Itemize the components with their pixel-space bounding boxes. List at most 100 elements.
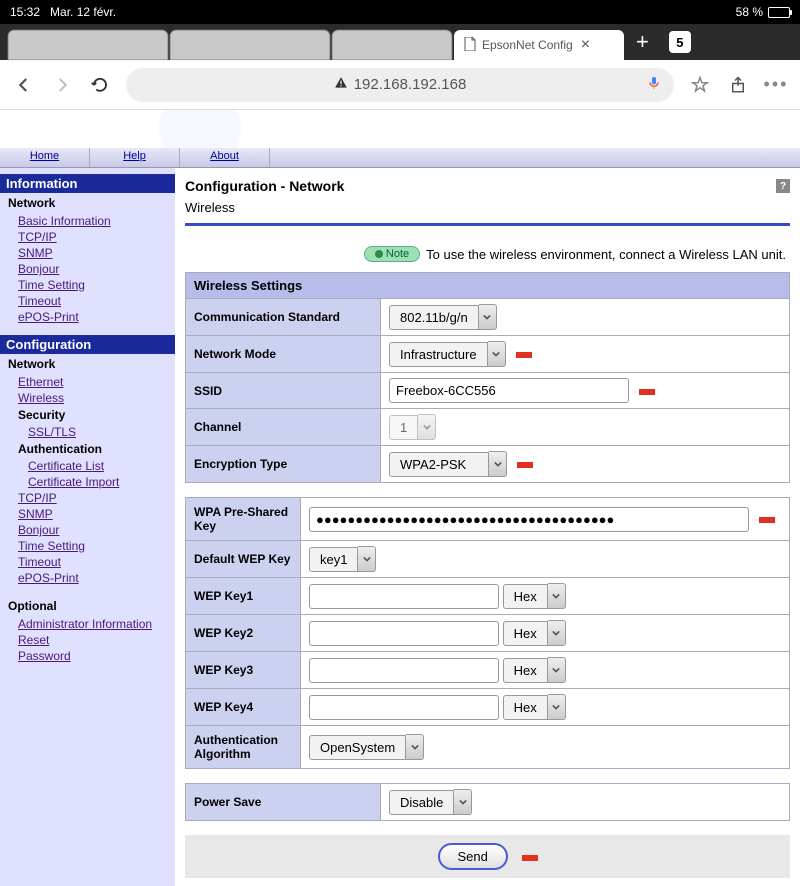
voice-search-icon[interactable]: [646, 75, 662, 95]
label-comm-std: Communication Standard: [186, 299, 381, 336]
select-wep2-fmt[interactable]: Hex: [503, 620, 566, 646]
label-defwep: Default WEP Key: [186, 541, 301, 578]
address-bar[interactable]: 192.168.192.168: [126, 68, 674, 102]
input-wep1[interactable]: [309, 584, 499, 609]
select-auth[interactable]: OpenSystem: [309, 734, 424, 760]
sidebar-link-cfg-bonjour[interactable]: Bonjour: [0, 522, 175, 538]
wireless-settings-table: Wireless Settings Communication Standard…: [185, 272, 790, 483]
battery-icon: [768, 7, 790, 18]
forward-button[interactable]: [50, 73, 74, 97]
select-channel[interactable]: 1: [389, 414, 436, 440]
document-icon: [464, 37, 476, 54]
label-power: Power Save: [186, 784, 381, 821]
sidebar-link-reset[interactable]: Reset: [0, 632, 175, 648]
label-wep4: WEP Key4: [186, 689, 301, 726]
submit-row: Send: [185, 835, 790, 878]
send-button[interactable]: Send: [438, 843, 508, 870]
bookmark-button[interactable]: [688, 73, 712, 97]
input-wep3[interactable]: [309, 658, 499, 683]
battery-percent: 58 %: [736, 5, 763, 19]
sidebar-link-certlist[interactable]: Certificate List: [0, 458, 175, 474]
page-title: Configuration - Network: [185, 178, 344, 194]
note-text: To use the wireless environment, connect…: [426, 247, 786, 262]
status-time: 15:32: [10, 5, 40, 19]
sidebar-link-cfg-snmp[interactable]: SNMP: [0, 506, 175, 522]
select-netmode[interactable]: Infrastructure: [389, 341, 506, 367]
browser-tab[interactable]: [8, 30, 168, 60]
sidebar-link-epos[interactable]: ePOS-Print: [0, 309, 175, 325]
more-button[interactable]: •••: [764, 73, 788, 97]
label-netmode: Network Mode: [186, 336, 381, 373]
main-content: Configuration - Network ? Wireless Note …: [175, 168, 800, 886]
sidebar-group-security: Security: [0, 406, 175, 424]
required-marker: [517, 462, 533, 468]
brand-label: EPSON: [739, 121, 788, 137]
label-ssid: SSID: [186, 373, 381, 409]
sidebar-link-cfg-time[interactable]: Time Setting: [0, 538, 175, 554]
menu-help[interactable]: Help: [90, 148, 180, 167]
input-wep2[interactable]: [309, 621, 499, 646]
sidebar-link-bonjour[interactable]: Bonjour: [0, 261, 175, 277]
select-comm-std[interactable]: 802.11b/g/n: [389, 304, 497, 330]
select-power[interactable]: Disable: [389, 789, 472, 815]
new-tab-button[interactable]: +: [626, 29, 659, 55]
browser-tab[interactable]: [170, 30, 330, 60]
sidebar-link-wireless[interactable]: Wireless: [0, 390, 175, 406]
url-text: 192.168.192.168: [354, 76, 467, 93]
browser-tab[interactable]: [332, 30, 452, 60]
menu-about[interactable]: About: [180, 148, 270, 167]
sidebar-header-information: Information: [0, 174, 175, 193]
sidebar-link-tcpip[interactable]: TCP/IP: [0, 229, 175, 245]
help-icon[interactable]: ?: [776, 179, 790, 193]
sidebar-link-timeout[interactable]: Timeout: [0, 293, 175, 309]
input-psk[interactable]: [309, 507, 749, 532]
sidebar-group-network: Network: [0, 193, 175, 213]
power-table: Power Save Disable: [185, 783, 790, 821]
sidebar-header-configuration: Configuration: [0, 335, 175, 354]
sidebar-link-cfg-timeout[interactable]: Timeout: [0, 554, 175, 570]
sidebar-link-cfg-epos[interactable]: ePOS-Print: [0, 570, 175, 586]
select-wep1-fmt[interactable]: Hex: [503, 583, 566, 609]
status-date: Mar. 12 févr.: [50, 5, 116, 19]
share-button[interactable]: [726, 73, 750, 97]
close-icon[interactable]: ×: [581, 36, 590, 54]
input-wep4[interactable]: [309, 695, 499, 720]
browser-toolbar: 192.168.192.168 •••: [0, 60, 800, 110]
sidebar-link-snmp[interactable]: SNMP: [0, 245, 175, 261]
required-marker: [522, 855, 538, 861]
input-ssid[interactable]: [389, 378, 629, 403]
browser-tab-active[interactable]: EpsonNet Config ×: [454, 30, 624, 60]
required-marker: [639, 389, 655, 395]
sidebar-group-network2: Network: [0, 354, 175, 374]
tab-count-button[interactable]: 5: [669, 31, 691, 53]
note-badge: Note: [364, 246, 420, 262]
required-marker: [759, 517, 775, 523]
top-menu: Home Help About: [0, 148, 800, 168]
sidebar-link-ssltls[interactable]: SSL/TLS: [0, 424, 175, 440]
page-subtitle: Wireless: [185, 196, 790, 226]
menu-home[interactable]: Home: [0, 148, 90, 167]
insecure-icon: [334, 76, 348, 94]
sidebar-link-ethernet[interactable]: Ethernet: [0, 374, 175, 390]
reload-button[interactable]: [88, 73, 112, 97]
sidebar-group-authentication: Authentication: [0, 440, 175, 458]
sidebar-link-certimport[interactable]: Certificate Import: [0, 474, 175, 490]
label-wep3: WEP Key3: [186, 652, 301, 689]
sidebar-link-password[interactable]: Password: [0, 648, 175, 664]
select-encryption[interactable]: WPA2-PSK: [389, 451, 507, 477]
tab-title: EpsonNet Config: [482, 38, 573, 52]
label-encryption: Encryption Type: [186, 446, 381, 483]
sidebar-group-optional: Optional: [0, 596, 175, 616]
label-wep1: WEP Key1: [186, 578, 301, 615]
select-wep3-fmt[interactable]: Hex: [503, 657, 566, 683]
sidebar-link-time[interactable]: Time Setting: [0, 277, 175, 293]
sidebar-link-admin[interactable]: Administrator Information: [0, 616, 175, 632]
section-header: Wireless Settings: [186, 273, 790, 299]
label-psk: WPA Pre-Shared Key: [186, 498, 301, 541]
sidebar-link-basic-info[interactable]: Basic Information: [0, 213, 175, 229]
sidebar-link-cfg-tcpip[interactable]: TCP/IP: [0, 490, 175, 506]
label-auth: Authentication Algorithm: [186, 726, 301, 769]
back-button[interactable]: [12, 73, 36, 97]
select-defwep[interactable]: key1: [309, 546, 376, 572]
select-wep4-fmt[interactable]: Hex: [503, 694, 566, 720]
